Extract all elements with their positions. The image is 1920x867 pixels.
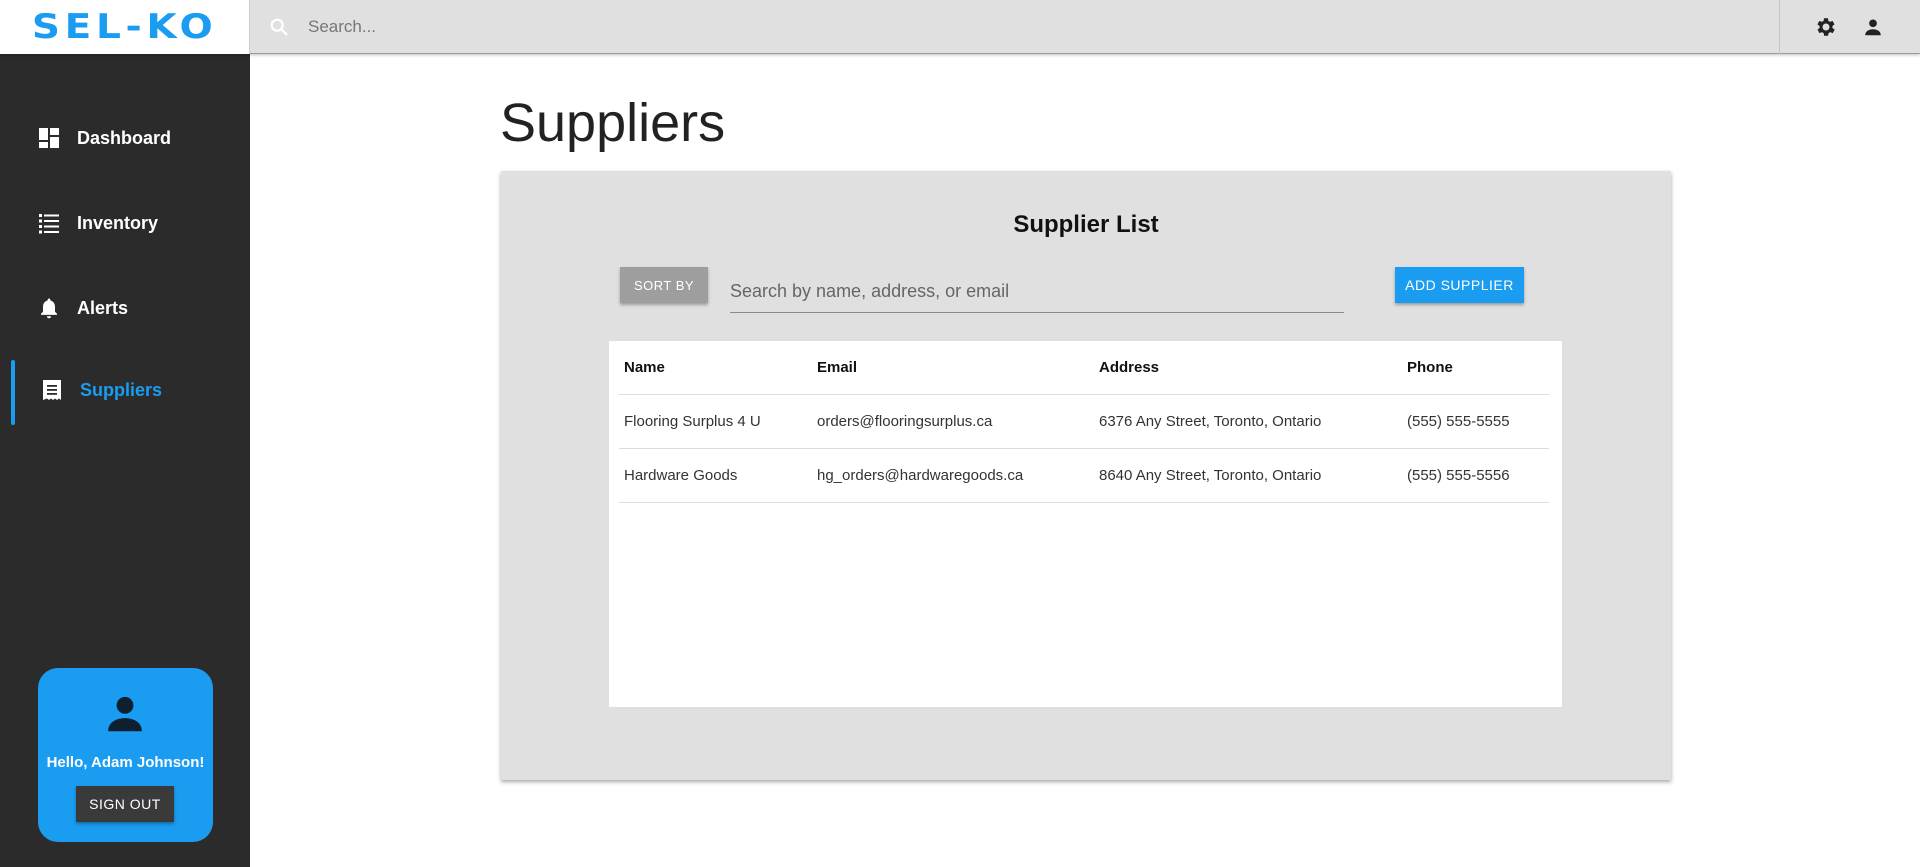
column-header-name[interactable]: Name: [619, 341, 812, 395]
column-header-address[interactable]: Address: [1094, 341, 1402, 395]
column-header-phone[interactable]: Phone: [1402, 341, 1549, 395]
table-header-row: Name Email Address Phone: [619, 341, 1549, 395]
cell-address: 6376 Any Street, Toronto, Ontario: [1094, 394, 1402, 449]
app-logo[interactable]: SEL-KO: [32, 7, 217, 47]
list-icon: [36, 210, 62, 236]
cell-name: Hardware Goods: [619, 448, 812, 503]
user-card: Hello, Adam Johnson! SIGN OUT: [38, 668, 213, 842]
cell-phone: (555) 555-5556: [1402, 448, 1549, 503]
sidebar-item-label: Suppliers: [80, 379, 163, 400]
add-supplier-button[interactable]: ADD SUPPLIER: [1395, 267, 1524, 303]
cell-email: hg_orders@hardwaregoods.ca: [812, 448, 1094, 503]
page-title: Suppliers: [500, 93, 726, 153]
avatar-icon: [102, 690, 148, 736]
cell-name: Flooring Surplus 4 U: [619, 394, 812, 449]
supplier-search-input[interactable]: [730, 271, 1344, 313]
sidebar-item-label: Dashboard: [77, 127, 172, 148]
topbar-divider: [1779, 0, 1780, 54]
table-row[interactable]: Hardware Goods hg_orders@hardwaregoods.c…: [619, 448, 1549, 503]
cell-address: 8640 Any Street, Toronto, Ontario: [1094, 448, 1402, 503]
sidebar-item-label: Inventory: [77, 212, 159, 233]
active-indicator: [11, 360, 15, 425]
supplier-list-card: Supplier List SORT BY ADD SUPPLIER Name …: [501, 171, 1671, 780]
sidebar-item-suppliers[interactable]: Suppliers: [0, 360, 250, 425]
dashboard-icon: [36, 125, 62, 151]
table-row[interactable]: Flooring Surplus 4 U orders@flooringsurp…: [619, 394, 1549, 449]
global-search-input[interactable]: [308, 12, 1708, 42]
logo-container[interactable]: SEL-KO: [0, 0, 250, 54]
top-bar: SEL-KO: [0, 0, 1920, 54]
card-title: Supplier List: [1013, 211, 1159, 238]
sidebar-item-label: Alerts: [77, 297, 129, 318]
search-icon: [268, 16, 290, 38]
supplier-table-container: Name Email Address Phone Flooring Surplu…: [609, 341, 1562, 707]
sign-out-button[interactable]: SIGN OUT: [76, 786, 174, 822]
cell-phone: (555) 555-5555: [1402, 394, 1549, 449]
person-icon[interactable]: [1860, 14, 1886, 40]
cell-email: orders@flooringsurplus.ca: [812, 394, 1094, 449]
sidebar-item-alerts[interactable]: Alerts: [0, 278, 250, 338]
receipt-icon: [39, 377, 65, 403]
supplier-table: Name Email Address Phone Flooring Surplu…: [619, 341, 1549, 503]
sidebar-item-inventory[interactable]: Inventory: [0, 193, 250, 253]
sidebar: Dashboard Inventory Alerts Suppliers Hel…: [0, 54, 250, 867]
user-greeting: Hello, Adam Johnson!: [46, 754, 205, 771]
global-search: [250, 0, 1780, 54]
sidebar-item-dashboard[interactable]: Dashboard: [0, 108, 250, 168]
sort-by-button[interactable]: SORT BY: [620, 267, 708, 303]
bell-icon: [36, 295, 62, 321]
column-header-email[interactable]: Email: [812, 341, 1094, 395]
gear-icon[interactable]: [1813, 14, 1839, 40]
